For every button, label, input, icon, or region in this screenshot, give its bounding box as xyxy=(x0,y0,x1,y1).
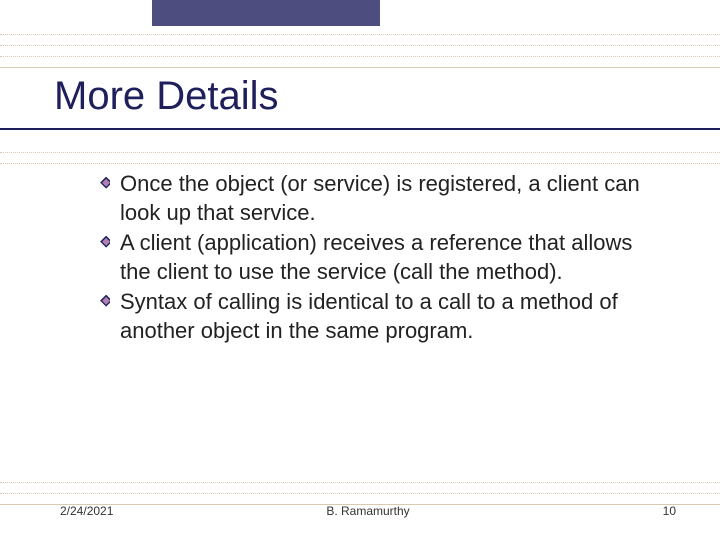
title-underline xyxy=(0,128,720,130)
list-item-text: Once the object (or service) is register… xyxy=(120,170,660,227)
footer-page-number: 10 xyxy=(663,504,676,518)
list-item: Syntax of calling is identical to a call… xyxy=(98,288,660,345)
list-item-text: A client (application) receives a refere… xyxy=(120,229,660,286)
list-item: A client (application) receives a refere… xyxy=(98,229,660,286)
top-accent-bar xyxy=(152,0,380,26)
footer-date: 2/24/2021 xyxy=(60,504,113,518)
bullet-list: Once the object (or service) is register… xyxy=(98,170,660,348)
slide-title: More Details xyxy=(54,74,285,119)
list-item: Once the object (or service) is register… xyxy=(98,170,660,227)
diamond-bullet-icon xyxy=(98,176,112,194)
diamond-bullet-icon xyxy=(98,294,112,312)
footer: 2/24/2021 B. Ramamurthy 10 xyxy=(60,504,676,518)
footer-author: B. Ramamurthy xyxy=(326,504,409,518)
list-item-text: Syntax of calling is identical to a call… xyxy=(120,288,660,345)
diamond-bullet-icon xyxy=(98,235,112,253)
